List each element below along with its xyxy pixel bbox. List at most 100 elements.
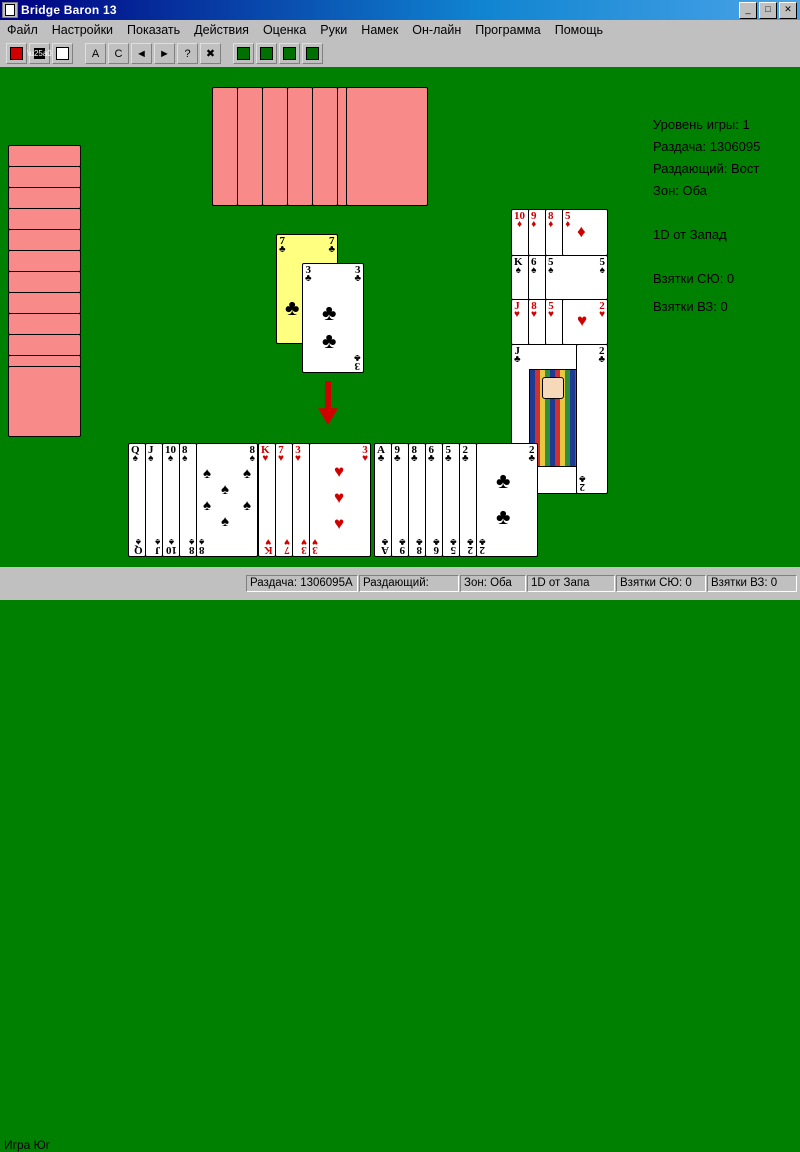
card-corner-bottom: 5 ♣ [450,536,457,556]
info-contract: 1D от Запад [653,227,727,242]
auction-button[interactable]: A [85,43,106,64]
card-corner-top: 2 ♣ [462,444,469,464]
status-left-label: Игра Юг [4,1138,51,1152]
info-deal: Раздача: 1306095 [653,139,761,154]
south-card-2c[interactable]: 2 ♣ 2 ♣ [459,443,477,557]
menu-item-help[interactable]: Помощь [548,21,610,39]
menu-item-score[interactable]: Оценка [256,21,313,39]
menu-item-file[interactable]: Файл [0,21,45,39]
card-back[interactable] [8,292,81,314]
card-pip: ♣ [496,504,511,529]
card-corner-bottom-left: 3 ♥ [312,536,318,556]
trick-card-north[interactable]: 3 ♣ 3 ♣ 3 ♣ ♣ ♣ [302,263,364,373]
card-corner-bottom: 10 ♠ [166,536,177,556]
card-back[interactable] [8,145,81,167]
toolbar-separator-2 [223,44,231,63]
deal-grid-button[interactable]: \u25a0 [27,43,52,64]
card-back[interactable] [212,87,238,206]
card-back[interactable] [312,87,338,206]
card-back[interactable] [8,313,81,335]
card-pip: ♠ [203,465,211,482]
card-pip: ♠ [221,481,229,498]
south-card-9c[interactable]: 9 ♣ 9 ♣ [391,443,409,557]
menu-item-actions[interactable]: Действия [187,21,256,39]
card-back[interactable] [8,334,81,356]
south-card-10s[interactable]: 10 ♠ 10 ♠ [162,443,180,557]
card-back[interactable] [237,87,263,206]
layout-4-button[interactable] [302,43,323,64]
card-pip: ♦ [577,222,586,241]
info-dealer: Раздающий: Вост [653,161,760,176]
south-card-ac[interactable]: A ♣ A ♣ [374,443,392,557]
south-card-8s-2[interactable]: 8 ♠ 8 ♠ ♠ ♠ ♠ ♠ ♠ ♠ [196,443,258,557]
card-back[interactable] [8,229,81,251]
card-corner-top: 3 ♥ [295,444,301,464]
card-pip: ♠ [243,497,251,514]
south-card-3h[interactable]: 3 ♥ 3 ♥ [292,443,310,557]
card-corner-top: K ♥ [261,444,270,464]
contract-button[interactable]: C [108,43,129,64]
south-card-6c[interactable]: 6 ♣ 6 ♣ [425,443,443,557]
card-corner-bottom: 3 ♥ [301,536,307,556]
menu-item-hands[interactable]: Руки [313,21,354,39]
hint-button[interactable]: ? [177,43,198,64]
south-card-qs[interactable]: Q ♠ Q ♠ [128,443,146,557]
next-trick-button[interactable]: ► [154,43,175,64]
card-back[interactable] [8,187,81,209]
east-card-5s[interactable]: 5 ♠ 5 ♠ [545,255,608,300]
east-card-2c[interactable]: 2 ♣ 2 ♣ [576,344,608,494]
south-card-2c-2[interactable]: 2 ♣ 2 ♣ ♣ ♣ [476,443,538,557]
south-card-8c[interactable]: 8 ♣ 8 ♣ [408,443,426,557]
south-card-kh[interactable]: K ♥ K ♥ [258,443,276,557]
south-card-3h-2[interactable]: 3 ♥ 3 ♥ ♥ ♥ ♥ [309,443,371,557]
card-corner-top: 5 ♣ [445,444,452,464]
minimize-button[interactable]: _ [739,1,757,19]
info-tricks-ns: Взятки СЮ: 0 [653,271,735,286]
maximize-button[interactable]: □ [759,1,777,19]
card-corner-top: A ♣ [377,444,385,464]
card-pip: ♠ [221,513,229,530]
card-corner-top-right: 2 ♣ [598,345,605,365]
menu-item-show[interactable]: Показать [120,21,187,39]
card-pip: ♣ [322,328,337,353]
east-card-5d[interactable]: 5 ♦ ♦ [562,209,608,256]
card-back[interactable] [8,271,81,293]
prev-trick-button[interactable]: ◄ [131,43,152,64]
deal-list-button[interactable] [52,43,73,64]
menu-item-program[interactable]: Программа [468,21,548,39]
card-corner-top-right: 7 ♣ [328,235,335,255]
card-back[interactable] [262,87,288,206]
card-back[interactable] [287,87,313,206]
south-card-8s[interactable]: 8 ♠ 8 ♠ [179,443,197,557]
deal-list-icon [56,47,69,60]
south-card-7h[interactable]: 7 ♥ 7 ♥ [275,443,293,557]
card-back[interactable] [8,166,81,188]
card-back[interactable] [8,250,81,272]
status-cell-contract: 1D от Запа [527,575,615,592]
new-deal-button[interactable] [6,43,27,64]
card-corner-top: 6 ♠ [531,256,537,276]
menu-item-hint[interactable]: Намек [354,21,405,39]
layout-1-button[interactable] [233,43,254,64]
card-corner-top: Q ♠ [131,444,140,464]
card-back[interactable] [8,366,81,437]
status-cell-tricks-ns: Взятки СЮ: 0 [616,575,706,592]
info-tricks-ew: Взятки ВЗ: 0 [653,299,728,314]
menu-item-online[interactable]: Он-лайн [405,21,468,39]
card-pip: ♣ [285,295,300,320]
card-corner-top: 5 ♦ [565,210,571,230]
layout-2-button[interactable] [256,43,277,64]
card-corner-bottom: 6 ♣ [433,536,440,556]
card-back[interactable] [8,208,81,230]
menu-item-settings[interactable]: Настройки [45,21,120,39]
card-back[interactable] [346,87,428,206]
card-pip: ♥ [577,311,588,330]
card-corner-top: 8 ♥ [531,300,537,320]
layout-3-button[interactable] [279,43,300,64]
south-card-js[interactable]: J ♠ J ♠ [145,443,163,557]
south-card-5c[interactable]: 5 ♣ 5 ♣ [442,443,460,557]
close-button[interactable]: ✕ [779,1,797,19]
status-cell-tricks-ew: Взятки ВЗ: 0 [707,575,797,592]
stop-button[interactable]: ✖ [200,43,221,64]
east-card-2h[interactable]: 2 ♥ ♥ [562,299,608,345]
